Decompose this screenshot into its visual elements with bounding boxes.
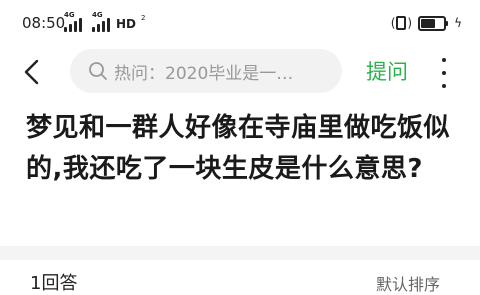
search-icon xyxy=(89,62,107,80)
hd-voice-sub: 2 xyxy=(141,14,146,22)
question-title: 梦见和一群人好像在寺庙里做吃饭似的,我还吃了一块生皮是什么意思? xyxy=(26,113,451,184)
charging-bolt-icon: ϟ xyxy=(454,16,462,30)
signal-indicators: 4G 4G HD 2 xyxy=(64,11,146,32)
top-navigation-bar: 热问：2020毕业是一… 提问 xyxy=(0,44,480,100)
status-right-icons: () ϟ xyxy=(391,12,462,34)
more-vertical-icon xyxy=(442,58,446,62)
back-button[interactable] xyxy=(18,58,46,86)
status-bar: 08:50 4G 4G HD 2 () ϟ xyxy=(0,0,480,44)
status-time: 08:50 xyxy=(22,14,66,32)
back-arrow-icon xyxy=(24,59,39,85)
sort-dropdown[interactable]: 默认排序 xyxy=(376,275,440,295)
battery-icon xyxy=(418,15,449,31)
ask-question-button[interactable]: 提问 xyxy=(366,58,408,86)
vibrate-icon: () xyxy=(390,16,413,30)
signal-sim2-icon: 4G xyxy=(92,11,110,32)
search-placeholder: 热问：2020毕业是一… xyxy=(114,63,294,84)
more-options-button[interactable] xyxy=(432,58,456,88)
sim2-network-label: 4G xyxy=(92,11,103,19)
answers-header: 1回答 默认排序 xyxy=(0,260,480,294)
sim1-network-label: 4G xyxy=(64,11,75,19)
section-divider xyxy=(0,246,480,260)
search-input[interactable]: 热问：2020毕业是一… xyxy=(70,49,342,93)
signal-sim1-icon: 4G xyxy=(64,11,82,32)
answers-count-label: 1回答 xyxy=(30,273,78,294)
hd-voice-label: HD xyxy=(116,17,137,31)
